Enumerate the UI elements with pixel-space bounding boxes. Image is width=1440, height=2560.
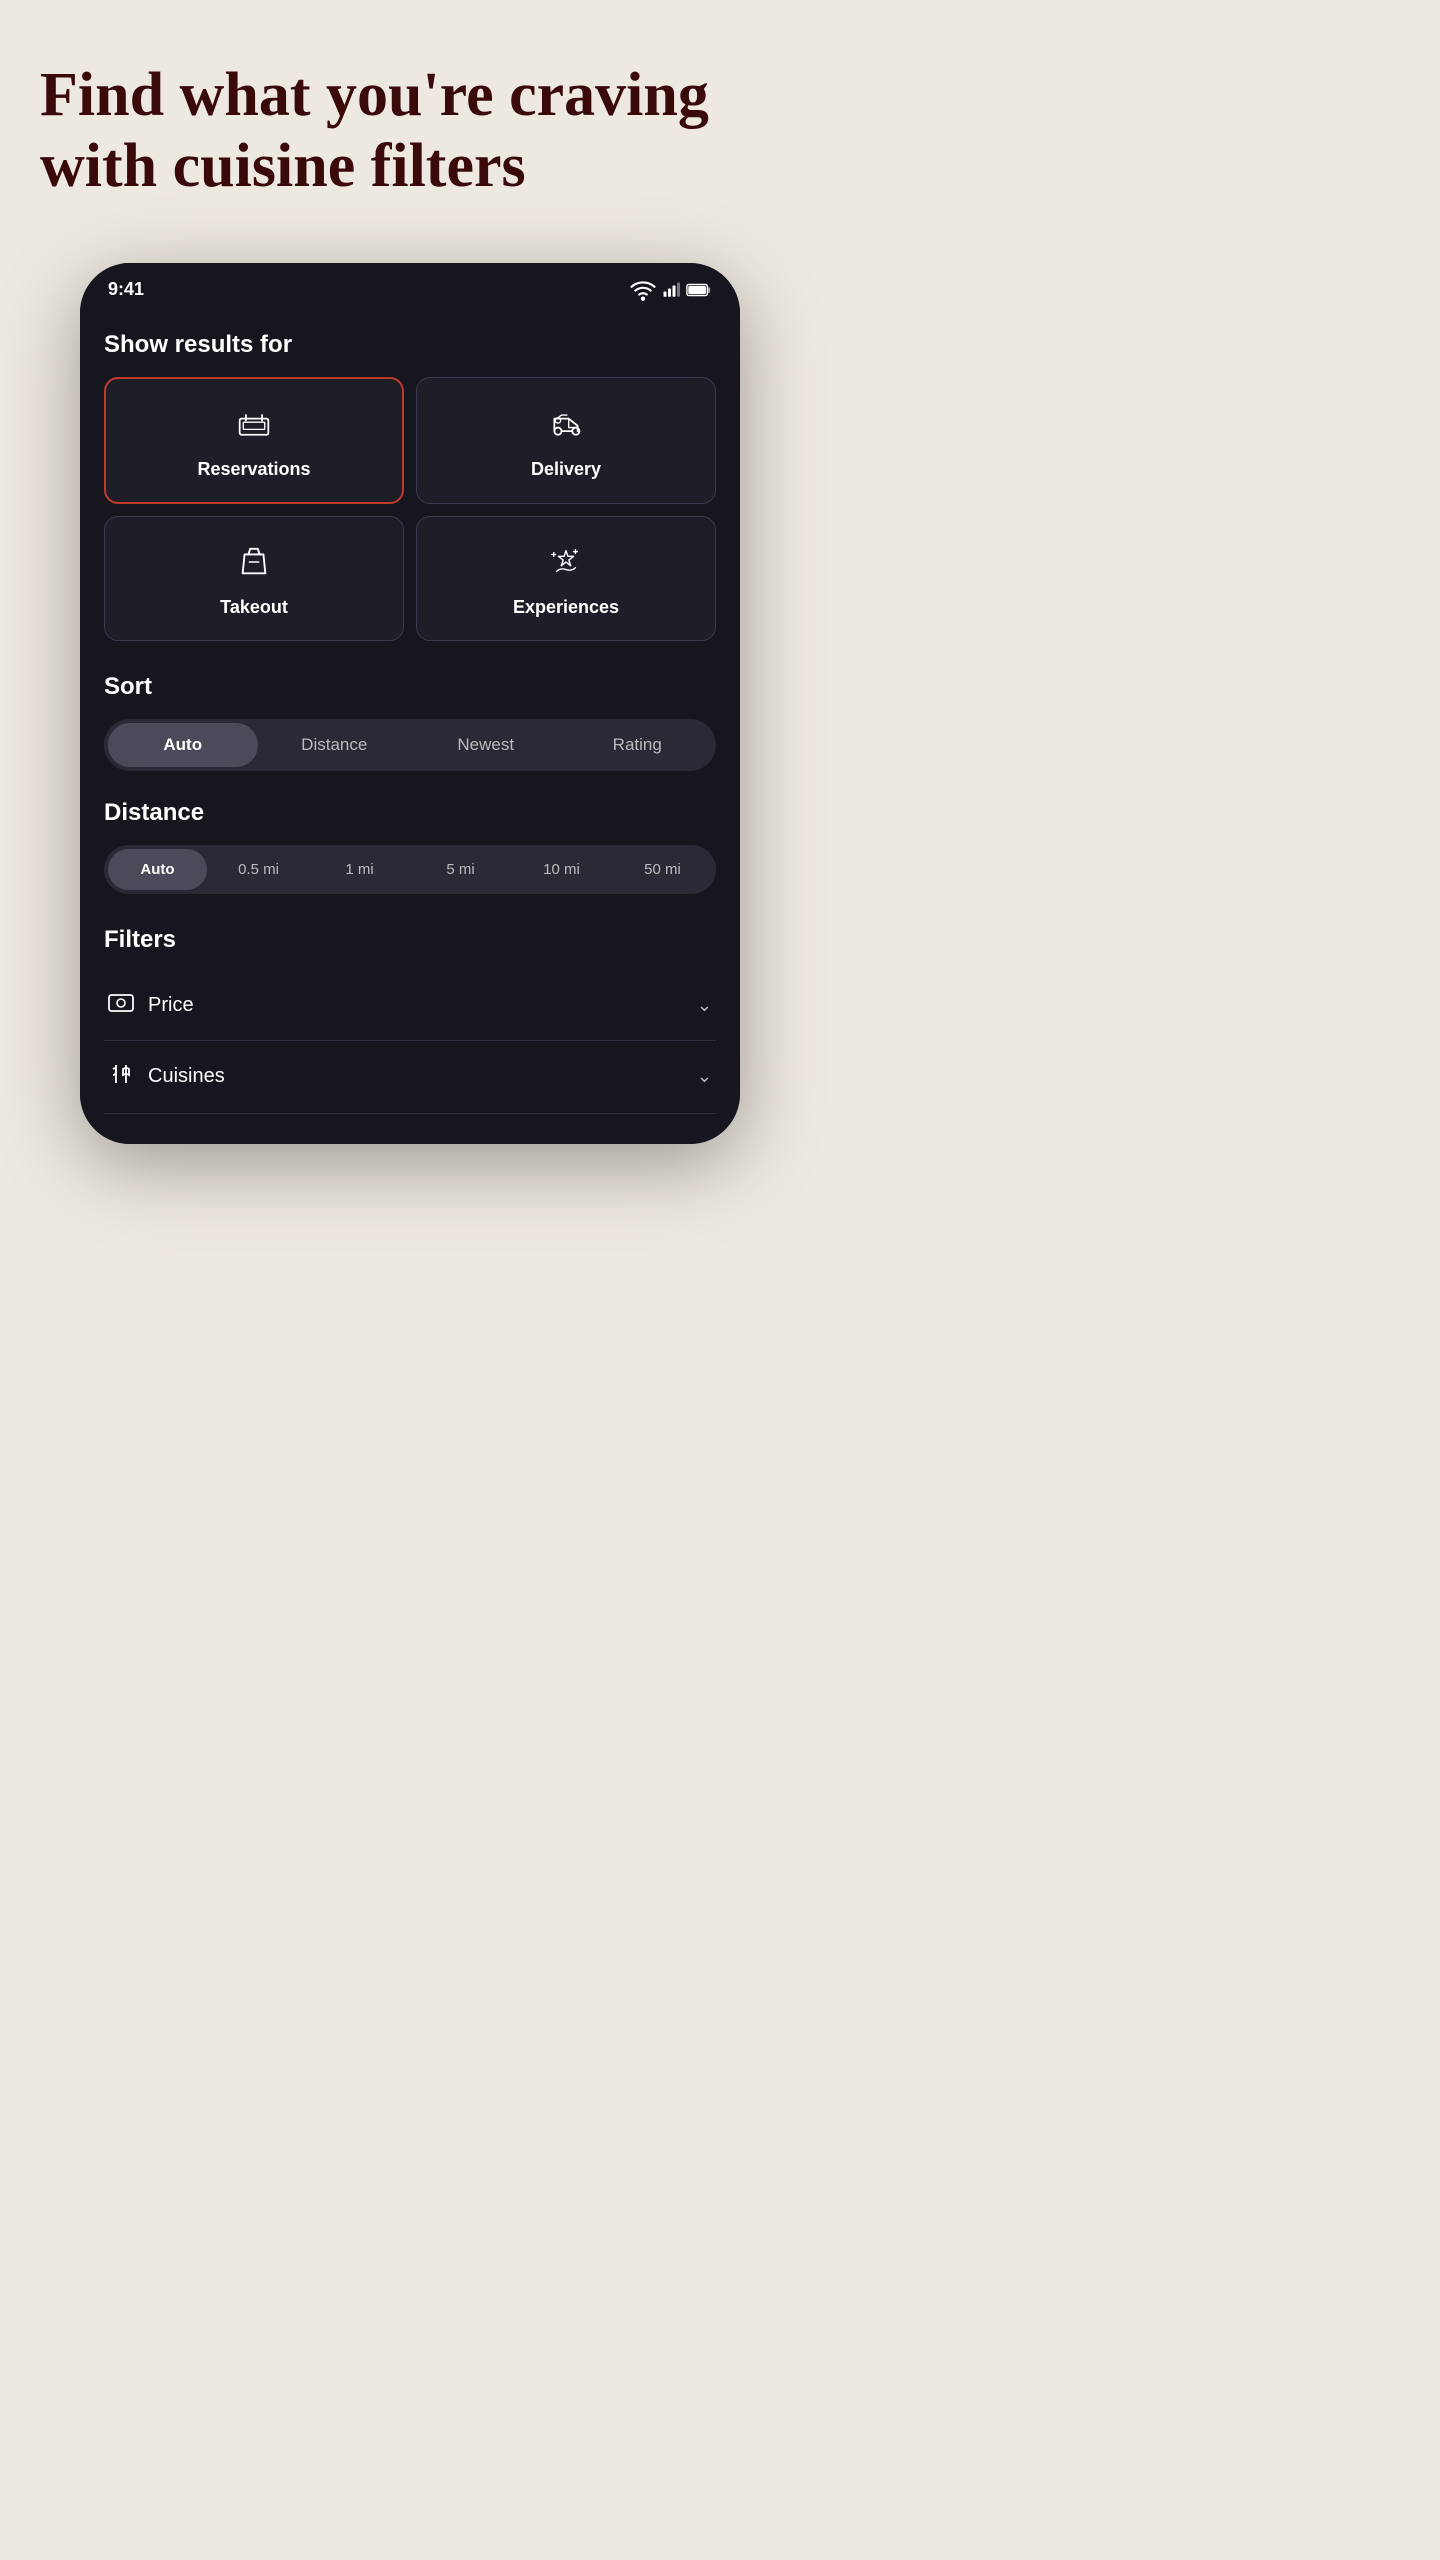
result-card-delivery[interactable]: Delivery — [416, 377, 716, 504]
experiences-icon — [549, 545, 583, 585]
sort-option-auto[interactable]: Auto — [108, 723, 258, 767]
status-icons — [630, 277, 712, 303]
headline: Find what you're craving with cuisine fi… — [40, 60, 780, 203]
status-time: 9:41 — [108, 279, 144, 300]
distance-option-0_5mi[interactable]: 0.5 mi — [209, 849, 308, 890]
result-card-delivery-label: Delivery — [531, 459, 601, 480]
filter-cuisines-label: Cuisines — [148, 1065, 225, 1088]
sort-option-newest[interactable]: Newest — [411, 723, 561, 767]
sort-segment-bar: Auto Distance Newest Rating — [104, 719, 716, 771]
filters-section-title: Filters — [104, 926, 716, 954]
result-card-experiences[interactable]: Experiences — [416, 516, 716, 641]
filter-row-cuisines[interactable]: Cuisines ⌄ — [104, 1041, 716, 1114]
cuisines-chevron-icon: ⌄ — [697, 1066, 712, 1087]
sort-option-rating[interactable]: Rating — [563, 723, 713, 767]
sort-option-distance[interactable]: Distance — [260, 723, 410, 767]
distance-option-10mi[interactable]: 10 mi — [512, 849, 611, 890]
battery-icon — [686, 283, 712, 297]
result-card-reservations-label: Reservations — [197, 459, 310, 480]
reservations-icon — [237, 407, 271, 447]
headline-text: Find what you're craving with cuisine fi… — [40, 60, 780, 203]
price-icon — [108, 992, 134, 1020]
sort-section: Sort Auto Distance Newest Rating — [104, 673, 716, 771]
distance-option-5mi[interactable]: 5 mi — [411, 849, 510, 890]
filter-price-left: Price — [108, 992, 194, 1020]
distance-option-50mi[interactable]: 50 mi — [613, 849, 712, 890]
cuisines-icon — [108, 1061, 134, 1093]
result-card-reservations[interactable]: Reservations — [104, 377, 404, 504]
distance-option-auto[interactable]: Auto — [108, 849, 207, 890]
signal-icon — [662, 281, 680, 299]
notch — [380, 263, 440, 281]
distance-segment-bar: Auto 0.5 mi 1 mi 5 mi 10 mi 50 mi — [104, 845, 716, 894]
wifi-icon — [630, 277, 656, 303]
distance-section-title: Distance — [104, 799, 716, 827]
price-chevron-icon: ⌄ — [697, 995, 712, 1016]
takeout-icon — [237, 545, 271, 585]
result-card-takeout-label: Takeout — [220, 597, 288, 618]
phone-content: Show results for Reservations — [80, 311, 740, 1144]
filter-cuisines-left: Cuisines — [108, 1061, 225, 1093]
result-card-takeout[interactable]: Takeout — [104, 516, 404, 641]
distance-section: Distance Auto 0.5 mi 1 mi 5 mi 10 mi 50 … — [104, 799, 716, 894]
results-section-title: Show results for — [104, 331, 716, 359]
distance-option-1mi[interactable]: 1 mi — [310, 849, 409, 890]
sort-section-title: Sort — [104, 673, 716, 701]
phone-shell: 9:41 Sho — [80, 263, 740, 1144]
result-card-experiences-label: Experiences — [513, 597, 619, 618]
filters-section: Filters Price ⌄ — [104, 926, 716, 1114]
filter-row-price[interactable]: Price ⌄ — [104, 972, 716, 1041]
delivery-icon — [549, 407, 583, 447]
filter-price-label: Price — [148, 994, 194, 1017]
result-grid: Reservations Delivery — [104, 377, 716, 641]
